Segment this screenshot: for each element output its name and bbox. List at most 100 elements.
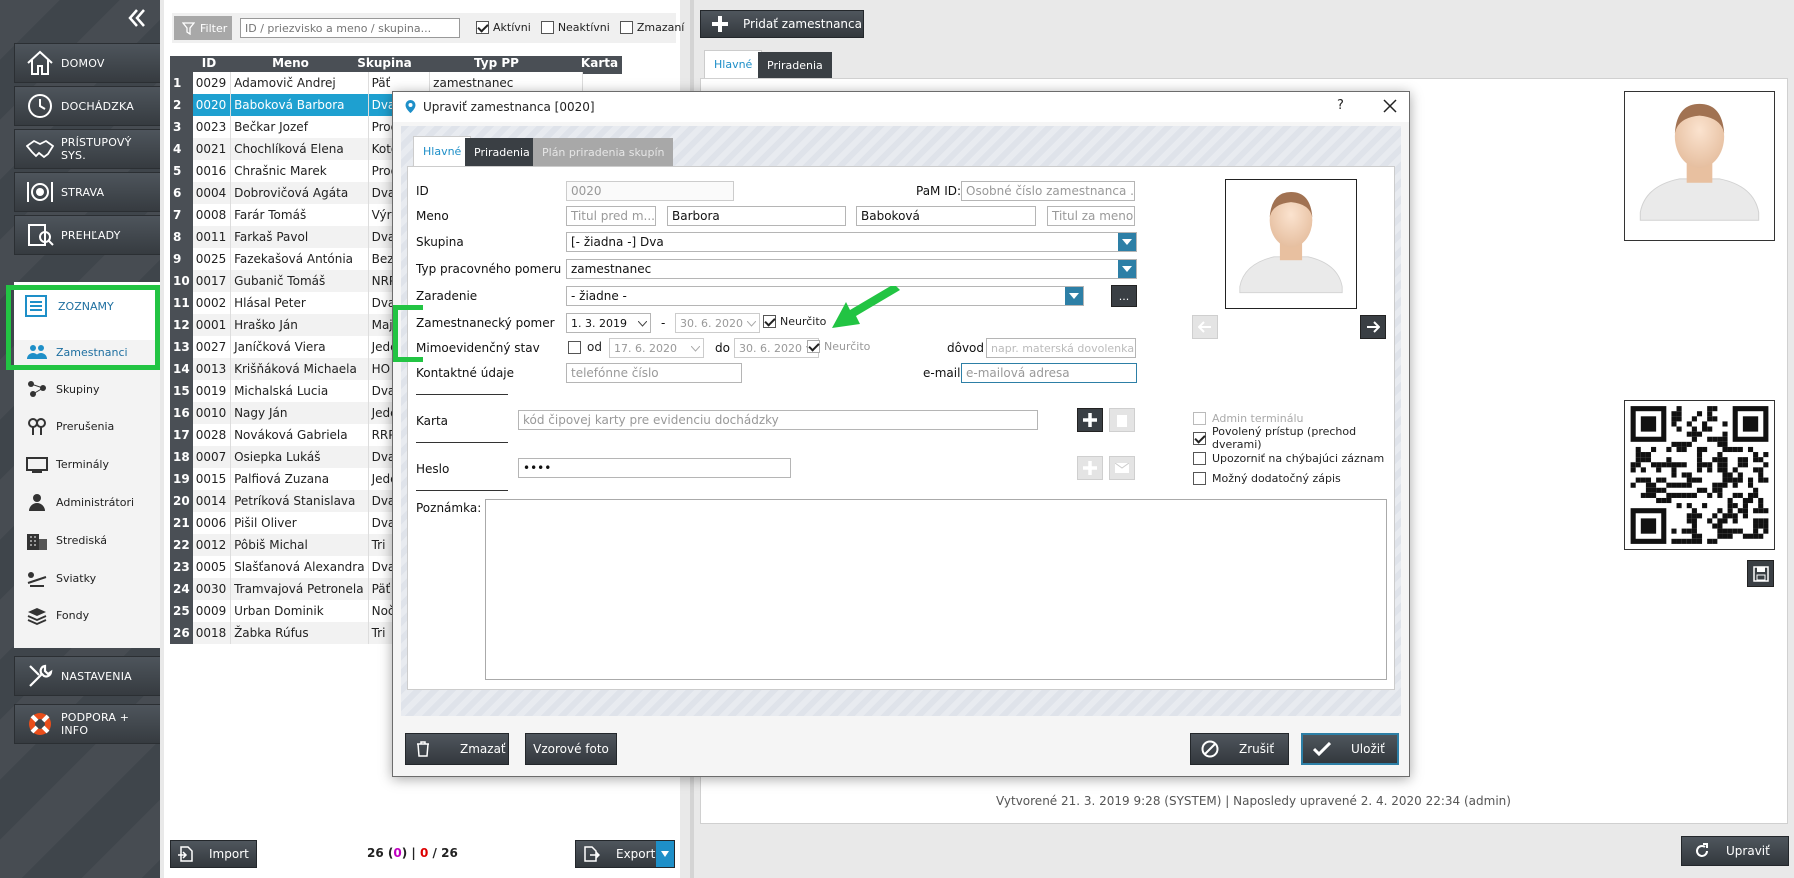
option-3[interactable]: Možný dodatočný zápis [1193,468,1409,488]
close-icon[interactable] [1383,99,1397,113]
title-before-field[interactable]: Titul pred m... [566,206,656,226]
employee-photo [1624,91,1775,241]
typ-select[interactable]: zamestnanec [566,259,1137,279]
table-cell: Žabka Rúfus [230,622,369,644]
last-name-field[interactable]: Baboková [856,206,1036,226]
sample-photo-button[interactable]: Vzorové foto [525,733,617,765]
help-button[interactable]: ? [1337,98,1344,113]
add-card-icon[interactable] [1077,408,1103,432]
table-cell: 11 [170,292,193,314]
table-cell: 0014 [192,490,232,512]
zaradenie-select[interactable]: - žiadne - [566,286,1084,306]
tab-hlavne[interactable]: Hlavné [704,50,763,78]
sidebar-item-3[interactable]: Terminály [26,452,109,478]
nav-3[interactable]: STRAVA [14,172,160,212]
sidebar-item-5[interactable]: Strediská [26,527,107,553]
nav-1[interactable]: DOCHÁDZKA [14,86,160,126]
nav-bottom-1[interactable]: PODPORA + INFO [14,704,160,744]
sidebar-item-6[interactable]: Sviatky [26,565,96,591]
add-employee-button[interactable]: Pridať zamestnanca [700,10,864,38]
next-photo-icon[interactable] [1360,315,1386,339]
clock-icon [25,91,55,121]
mimo-od-check[interactable] [568,340,581,354]
table-cell: 0021 [192,138,232,160]
admin-icon [26,491,48,513]
edit-button[interactable]: Upraviť [1681,836,1789,866]
filter-bar: Filter Aktívni Neaktívni Zmazaní [172,13,684,43]
pam-id-field[interactable]: Osobné číslo zamestnanca ... [961,181,1135,201]
tab-priradenia[interactable]: Priradenia [758,52,832,78]
save-button[interactable]: Uložiť [1301,733,1399,765]
table-cell: Tramvajová Petronela [230,578,369,600]
separator [416,442,508,443]
edit-employee-dialog: Upraviť zamestnanca [0020] ? Hlavné Prir… [392,91,1410,777]
search-input[interactable] [240,18,460,38]
highlight-box [6,285,160,370]
dialog-tab-priradenia[interactable]: Priradenia [465,138,539,166]
cancel-button[interactable]: Zrušiť [1190,733,1289,765]
nav-bottom-0[interactable]: NASTAVENIA [14,656,160,696]
option-checkbox[interactable] [1193,471,1206,485]
export-button[interactable]: Export [575,840,675,868]
sidebar-item-2[interactable]: Prerušenia [26,414,114,440]
filter-check-label: Aktívni [493,21,531,34]
option-checkbox[interactable] [1193,431,1206,445]
nav-0[interactable]: DOMOV [14,43,160,83]
export-dropdown-icon[interactable] [656,841,674,867]
filter-checkbox[interactable] [619,21,633,34]
nav-2[interactable]: PRÍSTUPOVÝ SYS. [14,129,160,169]
email-field[interactable]: e-mailová adresa [961,363,1137,383]
filter-checkbox[interactable] [540,21,554,34]
filter-check-2[interactable]: Zmazaní [619,21,685,34]
annotation-arrow-icon [832,286,900,328]
table-cell: 8 [170,226,193,248]
dialog-tab-hlavne[interactable]: Hlavné [413,136,472,166]
title-after-field[interactable]: Titul za menom [1047,206,1135,226]
sidebar-item-4[interactable]: Administrátori [26,489,134,515]
annotation-bracket [393,305,423,362]
option-1[interactable]: Povolený prístup (prechod dverami) [1193,425,1409,451]
note-textarea[interactable] [485,499,1387,680]
nav-label: DOCHÁDZKA [61,99,134,113]
option-2[interactable]: Upozorniť na chýbajúci záznam [1193,448,1409,468]
neurcito-checkbox[interactable]: Neurčito [763,315,826,328]
table-cell: 14 [170,358,193,380]
zaradenie-more-button[interactable]: ... [1111,285,1137,307]
skupina-select[interactable]: [- žiadna -] Dva [566,232,1137,252]
filter-checkbox[interactable] [476,21,489,34]
pomer-to-field: 30. 6. 2020 [675,313,760,333]
filter-check-1[interactable]: Neaktívni [540,21,610,34]
count-sep: | [411,846,416,860]
label-mimo: Mimoevidenčný stav [416,341,540,355]
pomer-from-field[interactable]: 1. 3. 2019 [566,313,651,333]
dialog-title: Upraviť zamestnanca [0020] [423,100,595,114]
count-red: 0 [419,846,429,860]
neurcito-check[interactable] [763,315,776,328]
sidebar-item-7[interactable]: Fondy [26,603,89,629]
filter-button[interactable]: Filter [174,16,232,40]
filter-check-0[interactable]: Aktívni [476,21,531,34]
table-cell: 1 [170,72,193,94]
card-field[interactable]: kód čipovej karty pre evidenciu dochádzk… [518,410,1038,430]
label-email: e-mail [923,366,961,380]
count-total: 26 [367,846,384,860]
first-name-field[interactable]: Barbora [667,206,846,226]
neurcito-label: Neurčito [780,315,827,328]
save-photo-icon[interactable] [1747,560,1774,587]
table-cell: 0012 [192,534,232,556]
password-field[interactable]: •••• [518,458,791,478]
chevron-down-icon [691,346,700,352]
delete-button[interactable]: Zmazať [405,733,509,765]
label-karta: Karta [416,414,449,428]
table-cell: 4 [170,138,193,160]
option-checkbox[interactable] [1193,451,1206,465]
sidebar-item-label: Skupiny [56,382,100,396]
filter-check-label: Zmazaní [636,21,685,34]
phone-field[interactable]: telefónne číslo [566,363,742,383]
nav-4[interactable]: PREHĽADY [14,215,160,255]
import-button[interactable]: Import [170,840,257,868]
sidebar-item-1[interactable]: Skupiny [26,376,100,402]
mimo-od-checkbox[interactable]: od [568,340,602,354]
table-cell: 0005 [192,556,232,578]
collapse-sidebar-icon[interactable] [128,8,146,28]
